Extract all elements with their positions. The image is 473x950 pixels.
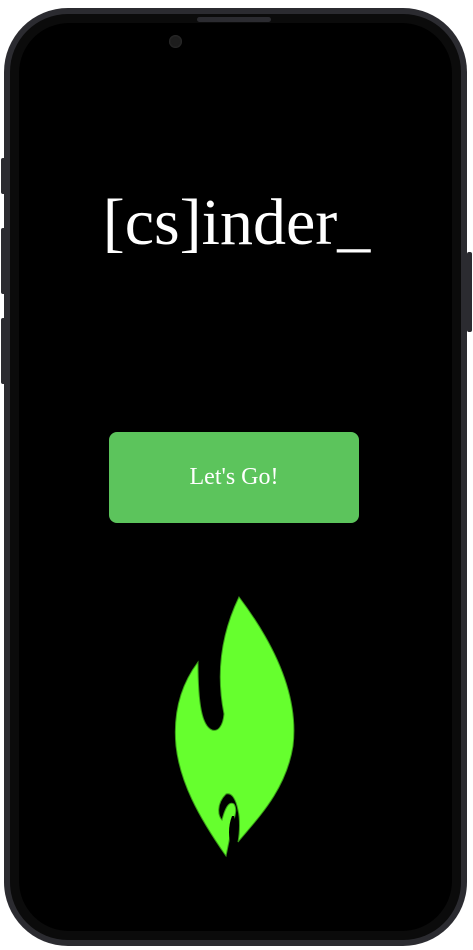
flame-icon-shape	[174, 596, 295, 858]
power-button	[467, 252, 472, 332]
page: [cs]inder_ Let's Go!	[0, 0, 473, 950]
lets-go-button[interactable]: Let's Go!	[109, 432, 359, 523]
front-camera-icon	[169, 35, 182, 48]
flame-icon	[174, 596, 295, 858]
speaker-grille	[197, 17, 271, 22]
app-title: [cs]inder_	[102, 186, 371, 259]
